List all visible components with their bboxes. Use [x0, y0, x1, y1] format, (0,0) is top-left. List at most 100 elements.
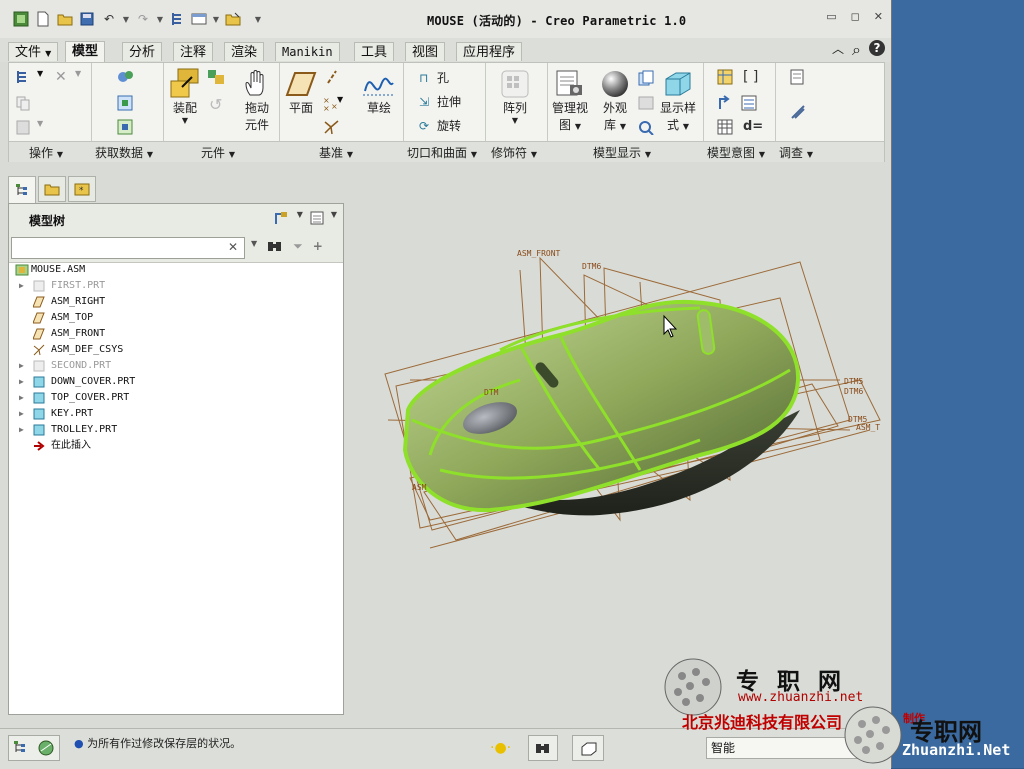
- find-icon[interactable]: [267, 239, 283, 256]
- hole-button[interactable]: ⊓ 孔: [419, 69, 475, 86]
- switch-dimensions-icon[interactable]: [717, 95, 733, 111]
- chevron-down-icon[interactable]: ▼: [37, 69, 53, 85]
- tab-applications[interactable]: 应用程序: [456, 42, 523, 61]
- expand-arrow-icon[interactable]: ▶: [19, 278, 24, 294]
- chevron-down-icon[interactable]: ▼: [251, 239, 257, 256]
- tree-item[interactable]: ▶ FIRST.PRT: [9, 278, 343, 294]
- sketch-button[interactable]: 草绘: [361, 69, 397, 116]
- tree-item[interactable]: ▶ KEY.PRT: [9, 406, 343, 422]
- tab-tools[interactable]: 工具: [354, 42, 395, 61]
- windows-dropdown-icon[interactable]: ▼: [212, 10, 220, 28]
- axis-icon[interactable]: [323, 69, 339, 85]
- filter-icon[interactable]: ⏷: [293, 239, 303, 256]
- selection-indicator[interactable]: ·●·: [486, 735, 522, 761]
- redo-dropdown-icon[interactable]: ▼: [156, 10, 164, 28]
- app-logo-icon[interactable]: [12, 10, 30, 28]
- search-input[interactable]: ✕: [11, 237, 245, 259]
- tab-render[interactable]: 渲染: [224, 42, 265, 61]
- group-datum[interactable]: 基准 ▼: [319, 144, 353, 161]
- clear-search-icon[interactable]: ✕: [228, 240, 238, 254]
- drag-components-button[interactable]: 拖动 元件: [235, 69, 279, 133]
- chevron-down-icon[interactable]: ▼: [297, 210, 303, 229]
- add-column-icon[interactable]: +: [313, 239, 323, 256]
- close-window-icon[interactable]: [224, 10, 242, 28]
- model-tree-toggle-icon[interactable]: [13, 740, 29, 759]
- delete-icon[interactable]: ✕: [55, 69, 71, 85]
- group-investigate[interactable]: 调查 ▼: [779, 144, 813, 161]
- tree-item[interactable]: ASM_DEF_CSYS: [9, 342, 343, 358]
- windows-icon[interactable]: [190, 10, 208, 28]
- shrinkwrap-icon[interactable]: [117, 119, 133, 135]
- section-icon[interactable]: [637, 95, 654, 111]
- redo-icon[interactable]: ↷: [134, 10, 152, 28]
- model-player-icon[interactable]: [789, 103, 805, 119]
- expand-arrow-icon[interactable]: ▶: [19, 390, 24, 406]
- explode-icon[interactable]: [637, 119, 654, 136]
- tree-item[interactable]: ASM_RIGHT: [9, 294, 343, 310]
- display-style-button[interactable]: 显示样式 ▼: [657, 69, 699, 133]
- relations-icon[interactable]: d=: [743, 119, 763, 135]
- minimize-ribbon-icon[interactable]: ︿: [832, 40, 844, 60]
- coordinate-system-icon[interactable]: [323, 119, 339, 135]
- open-icon[interactable]: [56, 10, 74, 28]
- chevron-down-icon[interactable]: ▼: [337, 95, 353, 111]
- copy-icon[interactable]: [15, 95, 31, 111]
- pattern-button[interactable]: 阵列 ▼: [495, 69, 535, 125]
- user-defined-feature-icon[interactable]: [117, 69, 133, 85]
- tree-item[interactable]: ASM_FRONT: [9, 326, 343, 342]
- tree-item[interactable]: ASM_TOP: [9, 310, 343, 326]
- undo-dropdown-icon[interactable]: ▼: [122, 10, 130, 28]
- close-icon[interactable]: ✕: [874, 10, 883, 23]
- bill-of-materials-icon[interactable]: [741, 95, 757, 111]
- revolve-button[interactable]: ⟳ 旋转: [419, 117, 475, 134]
- copy-geometry-icon[interactable]: [117, 95, 133, 111]
- extrude-button[interactable]: ⇲ 拉伸: [419, 93, 475, 110]
- tree-item[interactable]: ▶ TOP_COVER.PRT: [9, 390, 343, 406]
- tab-file[interactable]: 文件 ▼: [8, 42, 59, 61]
- group-get-data[interactable]: 获取数据 ▼: [95, 144, 153, 161]
- graphics-window[interactable]: ASM_FRONT DTM6 DTM5 DTM6 DTM5 ASM_T DTM …: [344, 162, 884, 715]
- perspective-icon[interactable]: [637, 69, 654, 86]
- chevron-down-icon[interactable]: ▼: [331, 210, 337, 229]
- find-button[interactable]: [528, 735, 558, 761]
- tab-manikin[interactable]: Manikin: [275, 42, 340, 61]
- minimize-icon[interactable]: ▭: [826, 10, 836, 23]
- new-icon[interactable]: [34, 10, 52, 28]
- group-components[interactable]: 元件 ▼: [201, 144, 235, 161]
- repeat-icon[interactable]: ↺: [209, 95, 225, 114]
- tree-item[interactable]: ▶ DOWN_COVER.PRT: [9, 374, 343, 390]
- group-model-intent[interactable]: 模型意图 ▼: [707, 144, 765, 161]
- help-icon[interactable]: ?: [869, 40, 885, 56]
- group-modifiers[interactable]: 修饰符 ▼: [491, 144, 537, 161]
- group-cut-surface[interactable]: 切口和曲面 ▼: [407, 144, 477, 161]
- favorites-tab[interactable]: *: [68, 176, 96, 202]
- undo-icon[interactable]: ↶: [100, 10, 118, 28]
- plane-button[interactable]: 平面: [283, 69, 319, 116]
- group-operations[interactable]: 操作 ▼: [29, 144, 63, 161]
- tab-annotate[interactable]: 注释: [173, 42, 214, 61]
- insert-here-item[interactable]: 在此插入: [9, 438, 343, 454]
- tab-analysis[interactable]: 分析: [122, 42, 163, 61]
- customize-dropdown-icon[interactable]: ▼: [254, 10, 262, 28]
- model-tree-tab[interactable]: [8, 176, 36, 204]
- show-icon[interactable]: [309, 210, 325, 229]
- chevron-down-icon[interactable]: ▼: [75, 69, 91, 85]
- settings-icon[interactable]: [273, 210, 291, 229]
- tree-item[interactable]: ▶ TROLLEY.PRT: [9, 422, 343, 438]
- expand-arrow-icon[interactable]: ▶: [19, 406, 24, 422]
- tab-view[interactable]: 视图: [405, 42, 446, 61]
- reference-viewer-icon[interactable]: [789, 69, 805, 85]
- group-model-display[interactable]: 模型显示 ▼: [593, 144, 651, 161]
- paste-icon[interactable]: [15, 119, 31, 135]
- chevron-down-icon[interactable]: ▼: [37, 119, 53, 135]
- tree-item[interactable]: ▶ SECOND.PRT: [9, 358, 343, 374]
- manage-views-button[interactable]: 管理视图 ▼: [549, 69, 591, 133]
- family-table-icon[interactable]: [717, 69, 733, 85]
- regenerate-icon[interactable]: [168, 10, 186, 28]
- tree-item[interactable]: MOUSE.ASM: [9, 262, 343, 278]
- expand-arrow-icon[interactable]: ▶: [19, 422, 24, 438]
- regenerate-icon[interactable]: [15, 69, 31, 85]
- search-icon[interactable]: ⌕: [852, 40, 861, 60]
- assemble-button[interactable]: 装配 ▼: [165, 67, 205, 125]
- selection-filter-box-button[interactable]: [572, 735, 604, 761]
